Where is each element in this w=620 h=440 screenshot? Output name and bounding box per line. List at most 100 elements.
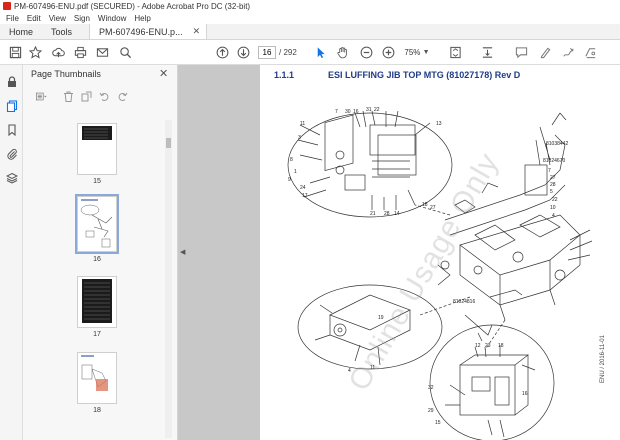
cloud-upload-icon[interactable] (51, 45, 66, 60)
page-thumbnail[interactable] (77, 123, 117, 175)
callout-number: 17 (302, 193, 308, 199)
callout-number: 30 (345, 109, 351, 115)
callout-number: 14 (394, 211, 400, 217)
lock-icon[interactable] (5, 75, 18, 88)
page-thumbnail[interactable] (77, 276, 117, 328)
callout-number: 7 (335, 109, 338, 115)
fit-page-icon[interactable] (448, 45, 463, 60)
print-icon[interactable] (73, 45, 88, 60)
thumbnail-list: 15 16 17 18 (23, 120, 168, 440)
callout-number: 13 (436, 121, 442, 127)
callout-number: 18 (498, 343, 504, 349)
menu-help[interactable]: Help (134, 14, 150, 23)
sign-icon[interactable] (583, 45, 598, 60)
callout-number: 3 (298, 135, 301, 141)
left-navigation-rail (0, 65, 23, 440)
callout-number: 31 (366, 107, 372, 113)
callout-number: 4 (348, 368, 351, 374)
next-page-icon[interactable] (236, 45, 251, 60)
callout-number: 18 (422, 202, 428, 208)
menu-edit[interactable]: Edit (27, 14, 41, 23)
zoom-level[interactable]: 75% ▼ (402, 46, 432, 59)
callout-number: 81024816 (453, 299, 476, 305)
tab-home[interactable]: Home (0, 24, 42, 39)
layers-icon[interactable] (5, 171, 18, 184)
close-panel-icon[interactable]: ✕ (159, 67, 168, 80)
zoom-out-icon[interactable] (359, 45, 374, 60)
callout-number: 7 (548, 168, 551, 174)
extract-page-icon[interactable] (79, 89, 93, 103)
page-number-input[interactable] (258, 46, 276, 59)
previous-page-icon[interactable] (215, 45, 230, 60)
scrollbar-thumb[interactable] (166, 138, 171, 148)
panel-toolbar (29, 89, 169, 105)
pdf-page[interactable]: 1.1.1 ESI LUFFING JIB TOP MTG (81027178)… (260, 65, 620, 440)
page-thumbnail-selected[interactable] (75, 194, 119, 254)
callout-number: 32 (428, 385, 434, 391)
callout-number: 29 (428, 408, 434, 414)
panel-title: Page Thumbnails (31, 69, 101, 79)
bookmarks-icon[interactable] (5, 123, 18, 136)
zoom-value: 75% (404, 48, 421, 57)
callout-number: 28 (384, 211, 390, 217)
chevron-down-icon: ▼ (422, 49, 430, 56)
callout-number: 24 (300, 185, 306, 191)
mail-icon[interactable] (95, 45, 110, 60)
bookmark-star-icon[interactable] (28, 45, 43, 60)
menu-file[interactable]: File (6, 14, 19, 23)
callout-number: 27 (430, 205, 436, 211)
highlight-pen-icon[interactable] (538, 45, 553, 60)
page-total: / 292 (279, 48, 297, 57)
menu-bar: File Edit View Sign Window Help (0, 12, 620, 24)
save-icon[interactable] (8, 45, 23, 60)
zoom-in-icon[interactable] (381, 45, 396, 60)
select-cursor-icon[interactable] (313, 45, 328, 60)
search-icon[interactable] (118, 45, 133, 60)
page-thumbnail-label: 16 (93, 256, 101, 263)
comment-icon[interactable] (514, 45, 529, 60)
page-thumbnail-label: 17 (93, 331, 101, 338)
callout-number: 28 (550, 182, 556, 188)
rotate-counterclockwise-icon[interactable] (97, 89, 111, 103)
delete-page-icon[interactable] (61, 89, 75, 103)
callout-number: 16 (522, 391, 528, 397)
scrolling-mode-icon[interactable] (480, 45, 495, 60)
callout-number: 11 (300, 121, 306, 127)
callout-number: 15 (435, 420, 441, 426)
callout-number: 12 (475, 343, 481, 349)
menu-view[interactable]: View (49, 14, 66, 23)
callout-number: 16 (353, 109, 359, 115)
close-icon[interactable]: ✕ (193, 26, 201, 37)
collapse-panel-icon[interactable]: ◀ (180, 248, 185, 256)
tab-document-label: PM-607496-ENU.p... (99, 26, 183, 37)
hand-tool-icon[interactable] (335, 45, 350, 60)
callout-number: 10 (550, 205, 556, 211)
attachments-icon[interactable] (5, 147, 18, 160)
document-side-code: ENU / 2016-11-01 (600, 335, 606, 383)
callout-number: 9 (288, 177, 291, 183)
tab-document[interactable]: PM-607496-ENU.p... ✕ (89, 24, 208, 39)
draw-icon[interactable] (561, 45, 576, 60)
menu-window[interactable]: Window (98, 14, 126, 23)
callout-number: 8 (290, 157, 293, 163)
title-bar: PM-607496-ENU.pdf (SECURED) - Adobe Acro… (0, 0, 620, 12)
toolbar: / 292 75% ▼ (0, 40, 620, 65)
tab-bar: Home Tools PM-607496-ENU.p... ✕ (0, 24, 620, 40)
page-thumbnail[interactable] (77, 352, 117, 404)
rotate-clockwise-icon[interactable] (115, 89, 129, 103)
callout-number: 81038442 (546, 141, 569, 147)
callout-number: 81024670 (543, 158, 566, 164)
callout-number: 22 (552, 197, 558, 203)
thumbnail-scrollbar[interactable] (165, 120, 172, 438)
menu-sign[interactable]: Sign (74, 14, 90, 23)
page-thumbnails-panel: Page Thumbnails ✕ 15 16 17 18 (23, 65, 178, 440)
callout-number: 1 (294, 169, 297, 175)
page-thumbnails-icon[interactable] (5, 99, 18, 112)
callout-number: 19 (378, 315, 384, 321)
options-menu-icon[interactable] (31, 89, 51, 103)
page-thumbnail-label: 18 (93, 407, 101, 414)
window-title: PM-607496-ENU.pdf (SECURED) - Adobe Acro… (14, 1, 251, 11)
callout-number: 27 (550, 175, 556, 181)
tab-tools[interactable]: Tools (42, 24, 81, 39)
callout-number: 11 (370, 365, 376, 371)
